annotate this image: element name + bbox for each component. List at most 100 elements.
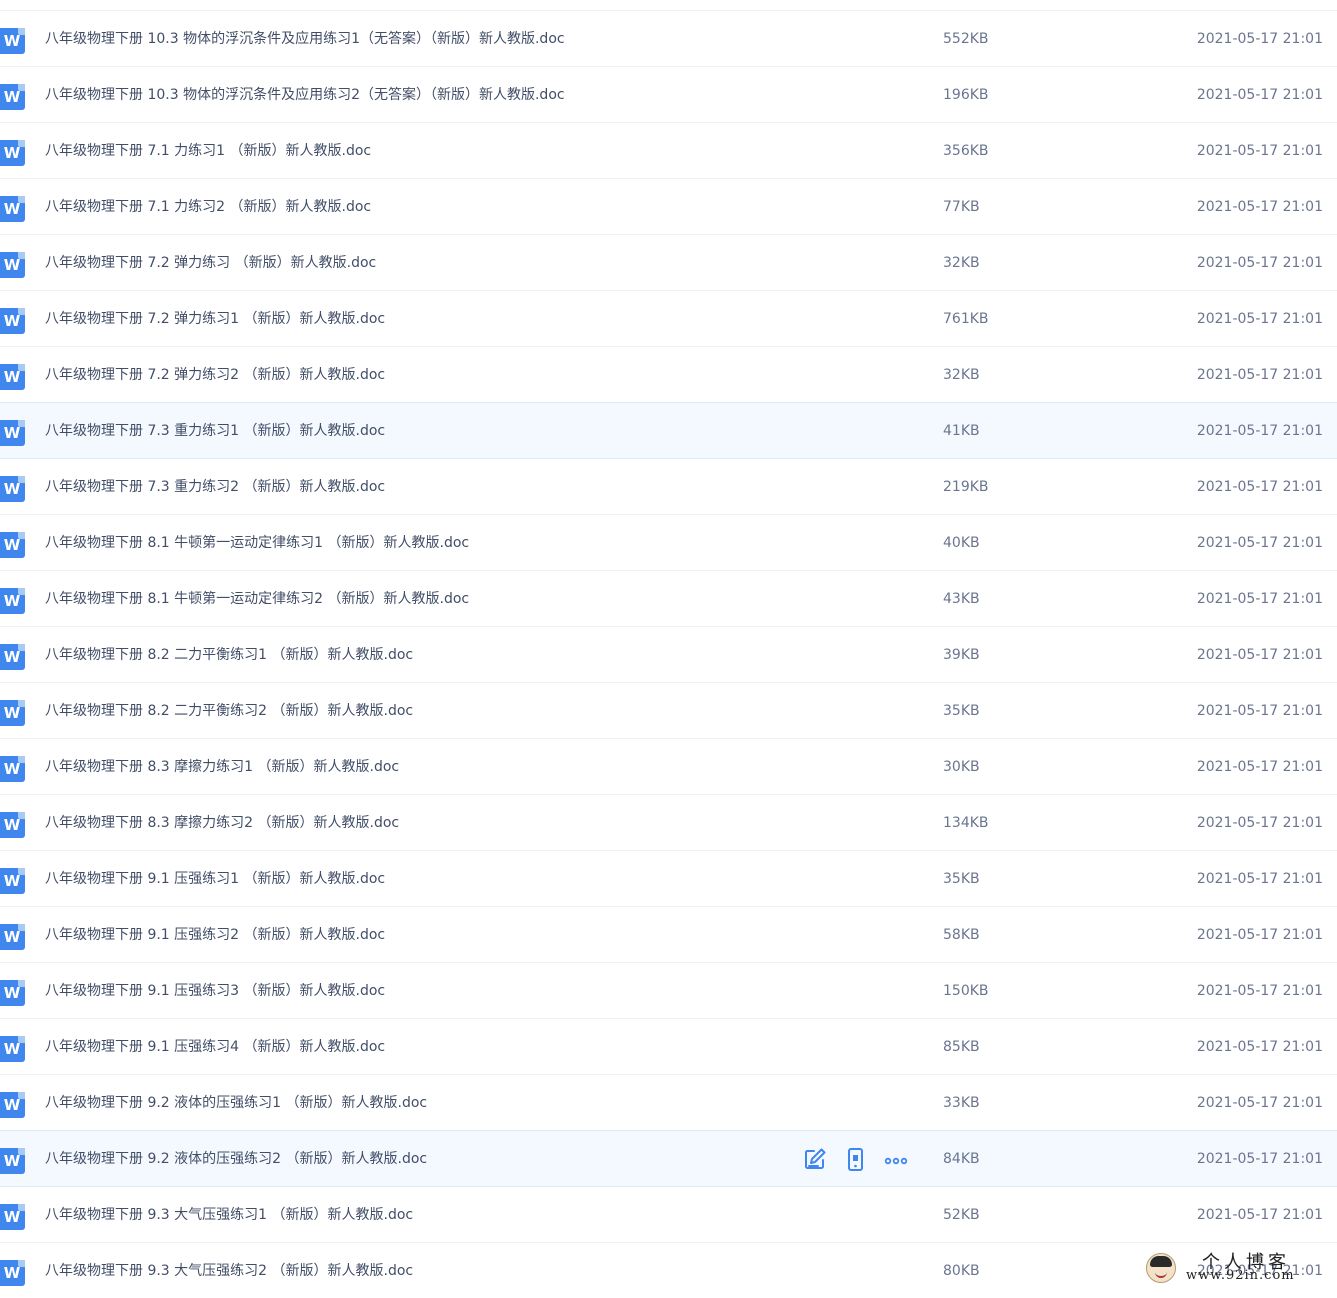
- word-doc-icon-letter: W: [3, 1264, 21, 1282]
- file-row[interactable]: W 八年级物理下册 8.2 二力平衡练习1 （新版）新人教版.doc 39KB …: [0, 626, 1337, 682]
- file-name[interactable]: 八年级物理下册 9.1 压强练习4 （新版）新人教版.doc: [45, 1037, 385, 1057]
- file-row[interactable]: W 八年级物理下册 8.3 摩擦力练习1 （新版）新人教版.doc 30KB 2…: [0, 738, 1337, 794]
- word-doc-icon: W: [0, 868, 25, 894]
- file-row[interactable]: W 八年级物理下册 8.2 二力平衡练习2 （新版）新人教版.doc 35KB …: [0, 682, 1337, 738]
- word-doc-icon-letter: W: [3, 704, 21, 722]
- file-size: 80KB: [943, 1263, 980, 1279]
- more-icon[interactable]: [883, 1146, 909, 1172]
- file-row[interactable]: W 八年级物理下册 10.3 物体的浮沉条件及应用练习2（无答案）（新版）新人教…: [0, 66, 1337, 122]
- file-name[interactable]: 八年级物理下册 8.3 摩擦力练习1 （新版）新人教版.doc: [45, 757, 399, 777]
- file-name[interactable]: 八年级物理下册 8.3 摩擦力练习2 （新版）新人教版.doc: [45, 813, 399, 833]
- file-size: 77KB: [943, 199, 980, 215]
- file-row[interactable]: W 八年级物理下册 8.3 摩擦力练习2 （新版）新人教版.doc 134KB …: [0, 794, 1337, 850]
- file-name[interactable]: 八年级物理下册 7.2 弹力练习 （新版）新人教版.doc: [45, 253, 376, 273]
- file-row[interactable]: W 八年级物理下册 7.2 弹力练习1 （新版）新人教版.doc 761KB 2…: [0, 290, 1337, 346]
- word-doc-icon: W: [0, 532, 25, 558]
- file-row[interactable]: W 八年级物理下册 10.3 物体的浮沉条件及应用练习1（无答案）（新版）新人教…: [0, 10, 1337, 66]
- word-doc-icon: W: [0, 1260, 25, 1286]
- file-size: 58KB: [943, 927, 980, 943]
- word-doc-icon: W: [0, 308, 25, 334]
- file-name[interactable]: 八年级物理下册 7.1 力练习2 （新版）新人教版.doc: [45, 197, 371, 217]
- file-size: 41KB: [943, 423, 980, 439]
- edit-icon[interactable]: [803, 1146, 827, 1172]
- word-doc-icon: W: [0, 140, 25, 166]
- file-row[interactable]: W 八年级物理下册 8.1 牛顿第一运动定律练习1 （新版）新人教版.doc 4…: [0, 514, 1337, 570]
- file-name[interactable]: 八年级物理下册 9.1 压强练习3 （新版）新人教版.doc: [45, 981, 385, 1001]
- file-name[interactable]: 八年级物理下册 7.1 力练习1 （新版）新人教版.doc: [45, 141, 371, 161]
- word-doc-icon-letter: W: [3, 256, 21, 274]
- file-size: 39KB: [943, 647, 980, 663]
- file-name[interactable]: 八年级物理下册 10.3 物体的浮沉条件及应用练习1（无答案）（新版）新人教版.…: [45, 29, 565, 49]
- word-doc-icon-letter: W: [3, 368, 21, 386]
- word-doc-icon: W: [0, 364, 25, 390]
- file-size: 30KB: [943, 759, 980, 775]
- file-size: 761KB: [943, 311, 989, 327]
- file-name[interactable]: 八年级物理下册 8.2 二力平衡练习1 （新版）新人教版.doc: [45, 645, 413, 665]
- file-modified-date: 2021-05-17 21:01: [1196, 703, 1323, 719]
- file-modified-date: 2021-05-17 21:01: [1196, 535, 1323, 551]
- file-row[interactable]: W 八年级物理下册 9.2 液体的压强练习1 （新版）新人教版.doc 33KB…: [0, 1074, 1337, 1130]
- word-doc-icon: W: [0, 476, 25, 502]
- file-name[interactable]: 八年级物理下册 9.3 大气压强练习2 （新版）新人教版.doc: [45, 1261, 413, 1281]
- file-row[interactable]: W 八年级物理下册 9.1 压强练习4 （新版）新人教版.doc 85KB 20…: [0, 1018, 1337, 1074]
- file-name[interactable]: 八年级物理下册 7.2 弹力练习1 （新版）新人教版.doc: [45, 309, 385, 329]
- word-doc-icon-letter: W: [3, 312, 21, 330]
- file-row[interactable]: W 八年级物理下册 9.1 压强练习2 （新版）新人教版.doc 58KB 20…: [0, 906, 1337, 962]
- word-doc-icon-letter: W: [3, 760, 21, 778]
- file-row[interactable]: W 八年级物理下册 7.3 重力练习1 （新版）新人教版.doc 41KB 20…: [0, 402, 1337, 458]
- file-modified-date: 2021-05-17 21:01: [1196, 871, 1323, 887]
- phone-icon[interactable]: [843, 1146, 867, 1172]
- file-name[interactable]: 八年级物理下册 9.2 液体的压强练习1 （新版）新人教版.doc: [45, 1093, 427, 1113]
- file-name[interactable]: 八年级物理下册 7.2 弹力练习2 （新版）新人教版.doc: [45, 365, 385, 385]
- file-name[interactable]: 八年级物理下册 8.1 牛顿第一运动定律练习2 （新版）新人教版.doc: [45, 589, 469, 609]
- word-doc-icon-letter: W: [3, 872, 21, 890]
- file-size: 150KB: [943, 983, 989, 999]
- file-name[interactable]: 八年级物理下册 9.3 大气压强练习1 （新版）新人教版.doc: [45, 1205, 413, 1225]
- file-name[interactable]: 八年级物理下册 7.3 重力练习1 （新版）新人教版.doc: [45, 421, 385, 441]
- file-modified-date: 2021-05-17 21:01: [1196, 143, 1323, 159]
- file-size: 40KB: [943, 535, 980, 551]
- file-list: W 八年级物理下册 10.3 物体的浮沉条件及应用练习1（无答案）（新版）新人教…: [0, 10, 1337, 1298]
- file-name[interactable]: 八年级物理下册 8.1 牛顿第一运动定律练习1 （新版）新人教版.doc: [45, 533, 469, 553]
- file-row[interactable]: W 八年级物理下册 9.2 液体的压强练习2 （新版）新人教版.doc 84KB…: [0, 1130, 1337, 1186]
- file-row[interactable]: W 八年级物理下册 9.1 压强练习3 （新版）新人教版.doc 150KB 2…: [0, 962, 1337, 1018]
- file-row[interactable]: W 八年级物理下册 7.2 弹力练习 （新版）新人教版.doc 32KB 202…: [0, 234, 1337, 290]
- file-row[interactable]: W 八年级物理下册 8.1 牛顿第一运动定律练习2 （新版）新人教版.doc 4…: [0, 570, 1337, 626]
- file-row[interactable]: W 八年级物理下册 7.1 力练习1 （新版）新人教版.doc 356KB 20…: [0, 122, 1337, 178]
- word-doc-icon-letter: W: [3, 984, 21, 1002]
- file-row[interactable]: W 八年级物理下册 9.1 压强练习1 （新版）新人教版.doc 35KB 20…: [0, 850, 1337, 906]
- file-row[interactable]: W 八年级物理下册 7.2 弹力练习2 （新版）新人教版.doc 32KB 20…: [0, 346, 1337, 402]
- file-modified-date: 2021-05-17 21:01: [1196, 983, 1323, 999]
- file-size: 43KB: [943, 591, 980, 607]
- word-doc-icon-letter: W: [3, 648, 21, 666]
- word-doc-icon: W: [0, 1092, 25, 1118]
- file-name[interactable]: 八年级物理下册 9.1 压强练习2 （新版）新人教版.doc: [45, 925, 385, 945]
- file-modified-date: 2021-05-17 21:01: [1196, 1039, 1323, 1055]
- file-name[interactable]: 八年级物理下册 7.3 重力练习2 （新版）新人教版.doc: [45, 477, 385, 497]
- file-name[interactable]: 八年级物理下册 8.2 二力平衡练习2 （新版）新人教版.doc: [45, 701, 413, 721]
- word-doc-icon-letter: W: [3, 592, 21, 610]
- file-modified-date: 2021-05-17 21:01: [1196, 31, 1323, 47]
- file-size: 84KB: [943, 1151, 980, 1167]
- word-doc-icon-letter: W: [3, 424, 21, 442]
- file-row[interactable]: W 八年级物理下册 7.3 重力练习2 （新版）新人教版.doc 219KB 2…: [0, 458, 1337, 514]
- file-name[interactable]: 八年级物理下册 9.2 液体的压强练习2 （新版）新人教版.doc: [45, 1149, 427, 1169]
- file-row[interactable]: W 八年级物理下册 9.3 大气压强练习1 （新版）新人教版.doc 52KB …: [0, 1186, 1337, 1242]
- file-row[interactable]: W 八年级物理下册 7.1 力练习2 （新版）新人教版.doc 77KB 202…: [0, 178, 1337, 234]
- word-doc-icon-letter: W: [3, 144, 21, 162]
- word-doc-icon-letter: W: [3, 88, 21, 106]
- file-modified-date: 2021-05-17 21:01: [1196, 255, 1323, 271]
- file-modified-date: 2021-05-17 21:01: [1196, 423, 1323, 439]
- word-doc-icon: W: [0, 1036, 25, 1062]
- file-size: 219KB: [943, 479, 989, 495]
- watermark-avatar-icon: [1146, 1253, 1176, 1283]
- word-doc-icon: W: [0, 588, 25, 614]
- watermark: 个人博客 www.92in.com: [1146, 1246, 1332, 1288]
- word-doc-icon: W: [0, 420, 25, 446]
- word-doc-icon: W: [0, 980, 25, 1006]
- file-modified-date: 2021-05-17 21:01: [1196, 647, 1323, 663]
- word-doc-icon: W: [0, 252, 25, 278]
- file-name[interactable]: 八年级物理下册 9.1 压强练习1 （新版）新人教版.doc: [45, 869, 385, 889]
- file-modified-date: 2021-05-17 21:01: [1196, 1095, 1323, 1111]
- file-name[interactable]: 八年级物理下册 10.3 物体的浮沉条件及应用练习2（无答案）（新版）新人教版.…: [45, 85, 565, 105]
